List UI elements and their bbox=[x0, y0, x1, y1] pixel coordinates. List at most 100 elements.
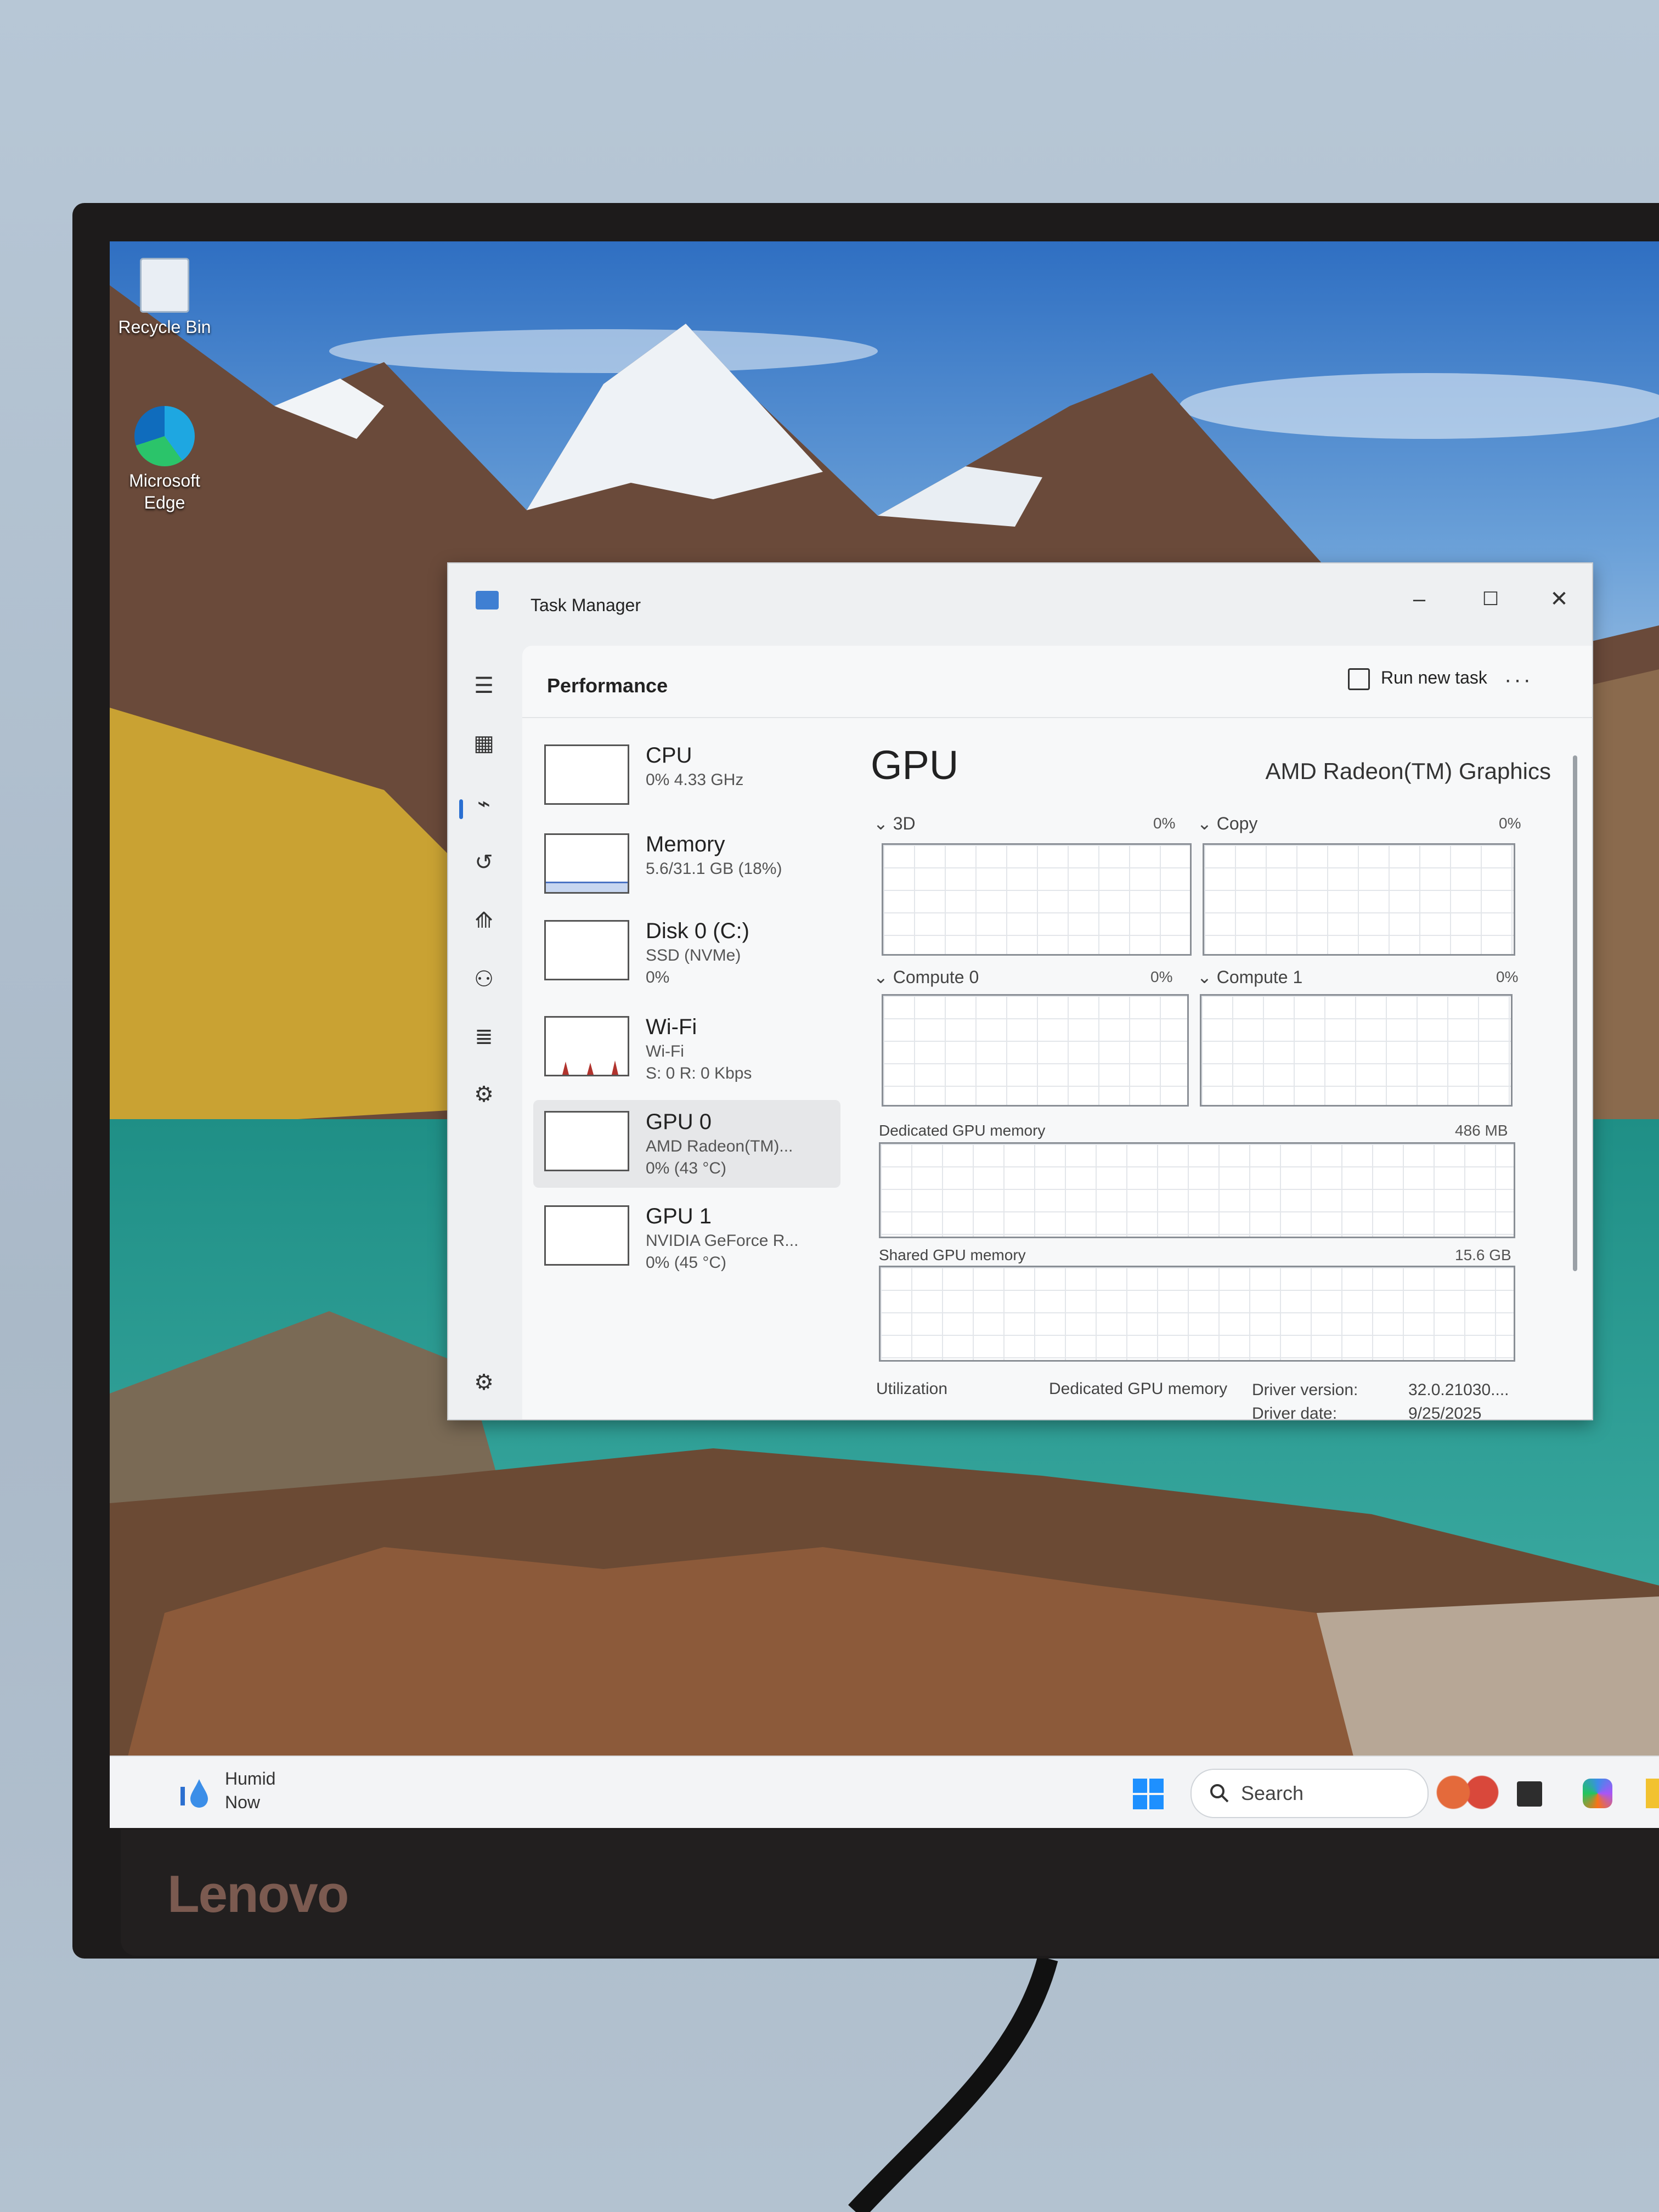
engine-compute1-graph bbox=[1200, 994, 1513, 1107]
hamburger-menu-icon[interactable]: ☰ bbox=[471, 673, 496, 698]
device-line1: SSD (NVMe) bbox=[646, 946, 741, 964]
engine-3d-selector[interactable]: ⌄ 3D bbox=[873, 813, 916, 834]
desktop-icon-microsoft-edge[interactable]: Microsoft Edge bbox=[112, 406, 217, 514]
device-name: CPU bbox=[646, 743, 692, 768]
shared-memory-label: Shared GPU memory bbox=[879, 1246, 1026, 1263]
task-view-icon[interactable] bbox=[1517, 1781, 1542, 1807]
driver-version-value: 32.0.21030.... bbox=[1408, 1381, 1509, 1399]
header-divider bbox=[522, 717, 1592, 718]
device-disk-0[interactable]: Disk 0 (C:) SSD (NVMe) 0% bbox=[533, 909, 840, 997]
dedicated-memory-max: 486 MB bbox=[1455, 1122, 1508, 1139]
scrollbar[interactable] bbox=[1573, 755, 1577, 1271]
desktop: Recycle Bin Microsoft Edge Task Manager … bbox=[110, 241, 1659, 1827]
details-icon[interactable]: ≣ bbox=[471, 1024, 496, 1049]
device-line1: Wi-Fi bbox=[646, 1042, 684, 1060]
detail-heading: GPU bbox=[871, 742, 959, 788]
device-cpu[interactable]: CPU 0% 4.33 GHz bbox=[533, 733, 840, 821]
performance-icon[interactable]: ⌁ bbox=[471, 791, 496, 816]
copilot-icon[interactable] bbox=[1583, 1779, 1612, 1808]
desktop-icon-label: Microsoft Edge bbox=[129, 471, 200, 512]
page-title: Performance bbox=[547, 674, 668, 697]
performance-page: Performance Run new task ··· CPU 0% 4.33… bbox=[522, 646, 1592, 1419]
weather-icon[interactable] bbox=[178, 1776, 211, 1809]
device-gpu-0[interactable]: GPU 0 AMD Radeon(TM)... 0% (43 °C) bbox=[533, 1100, 840, 1188]
device-line2: 0% (43 °C) bbox=[646, 1159, 727, 1177]
processes-icon[interactable]: ▦ bbox=[471, 731, 496, 756]
device-line1: NVIDIA GeForce R... bbox=[646, 1232, 799, 1250]
settings-icon[interactable]: ⚙ bbox=[471, 1370, 496, 1395]
run-new-task-button[interactable]: Run new task bbox=[1348, 668, 1487, 695]
engine-compute0-percent: 0% bbox=[1150, 968, 1173, 985]
gpu-adapter-name: AMD Radeon(TM) Graphics bbox=[1265, 758, 1551, 784]
driver-date-label: Driver date: bbox=[1252, 1404, 1338, 1420]
device-name: GPU 1 bbox=[646, 1204, 712, 1228]
startup-apps-icon[interactable]: ⟰ bbox=[471, 908, 496, 933]
search-label: Search bbox=[1241, 1782, 1304, 1804]
navigation-rail: ☰ ▦ ⌁ ↺ ⟰ ⚇ ≣ ⚙ ⚙ bbox=[448, 646, 520, 1419]
device-gpu-1[interactable]: GPU 1 NVIDIA GeForce R... 0% (45 °C) bbox=[533, 1194, 840, 1282]
monitor-chin bbox=[121, 1830, 1659, 1956]
engine-compute0-graph bbox=[882, 994, 1189, 1107]
engine-compute0-selector[interactable]: ⌄ Compute 0 bbox=[873, 967, 979, 988]
engine-3d-percent: 0% bbox=[1153, 815, 1176, 832]
taskbar: Humid Now Search bbox=[110, 1756, 1659, 1828]
device-line1: 5.6/31.1 GB (18%) bbox=[646, 860, 782, 878]
users-icon[interactable]: ⚇ bbox=[471, 967, 496, 992]
run-task-icon bbox=[1348, 668, 1370, 690]
device-memory[interactable]: Memory 5.6/31.1 GB (18%) bbox=[533, 822, 840, 910]
app-history-icon[interactable]: ↺ bbox=[471, 850, 496, 875]
close-button[interactable]: ✕ bbox=[1537, 580, 1581, 618]
engine-compute1-percent: 0% bbox=[1496, 968, 1519, 985]
services-icon[interactable]: ⚙ bbox=[471, 1082, 496, 1107]
engine-label: 3D bbox=[893, 814, 916, 833]
monitor-logo: Lenovo bbox=[167, 1865, 349, 1923]
device-name: GPU 0 bbox=[646, 1110, 712, 1134]
memory-thumbnail bbox=[544, 833, 629, 894]
desktop-icon-label: Recycle Bin bbox=[118, 317, 211, 337]
device-name: Disk 0 (C:) bbox=[646, 919, 749, 943]
task-manager-window: Task Manager – ☐ ✕ ☰ ▦ ⌁ ↺ ⟰ ⚇ ≣ ⚙ ⚙ Per… bbox=[447, 562, 1593, 1420]
engine-3d-graph bbox=[882, 843, 1192, 956]
engine-compute1-selector[interactable]: ⌄ Compute 1 bbox=[1197, 967, 1302, 988]
search-icon bbox=[1210, 1784, 1229, 1803]
device-wifi[interactable]: Wi-Fi Wi-Fi S: 0 R: 0 Kbps bbox=[533, 1005, 840, 1093]
device-line2: S: 0 R: 0 Kbps bbox=[646, 1064, 752, 1082]
driver-version-label: Driver version: bbox=[1252, 1381, 1358, 1399]
recycle-bin-icon bbox=[140, 258, 189, 313]
device-line1: 0% 4.33 GHz bbox=[646, 771, 744, 789]
device-name: Memory bbox=[646, 832, 725, 856]
engine-copy-selector[interactable]: ⌄ Copy bbox=[1197, 813, 1257, 834]
active-indicator bbox=[459, 799, 463, 819]
file-explorer-icon[interactable] bbox=[1646, 1779, 1659, 1808]
device-line2: 0% (45 °C) bbox=[646, 1254, 727, 1272]
wifi-activity-spikes bbox=[562, 1060, 618, 1075]
shared-memory-graph bbox=[879, 1266, 1515, 1362]
engine-label: Compute 1 bbox=[1216, 967, 1303, 987]
footer-dedicated-label: Dedicated GPU memory bbox=[1049, 1380, 1228, 1398]
people-icon[interactable] bbox=[1432, 1773, 1503, 1812]
driver-date-value: 9/25/2025 bbox=[1408, 1404, 1482, 1420]
more-options-icon[interactable]: ··· bbox=[1504, 668, 1533, 692]
windows-start-icon[interactable] bbox=[1132, 1778, 1165, 1810]
wifi-thumbnail bbox=[544, 1016, 629, 1076]
dedicated-memory-graph bbox=[879, 1142, 1515, 1238]
title-bar[interactable]: Task Manager – ☐ ✕ bbox=[448, 563, 1592, 646]
memory-thumbnail-fill bbox=[546, 882, 628, 892]
gpu1-thumbnail bbox=[544, 1205, 629, 1266]
minimize-button[interactable]: – bbox=[1397, 580, 1441, 618]
maximize-button[interactable]: ☐ bbox=[1469, 580, 1513, 618]
desktop-icon-recycle-bin[interactable]: Recycle Bin bbox=[112, 258, 217, 338]
device-line2: 0% bbox=[646, 968, 670, 986]
engine-label: Copy bbox=[1216, 814, 1258, 833]
cpu-thumbnail bbox=[544, 744, 629, 805]
weather-time: Now bbox=[225, 1792, 261, 1812]
window-title: Task Manager bbox=[531, 595, 641, 615]
disk-thumbnail bbox=[544, 920, 629, 980]
engine-copy-percent: 0% bbox=[1499, 815, 1521, 832]
weather-condition: Humid bbox=[225, 1769, 276, 1788]
shared-memory-max: 15.6 GB bbox=[1455, 1246, 1511, 1263]
utilization-label: Utilization bbox=[876, 1380, 948, 1398]
run-new-task-label: Run new task bbox=[1381, 668, 1487, 687]
task-manager-app-icon bbox=[476, 591, 499, 610]
taskbar-search-box[interactable]: Search bbox=[1190, 1769, 1429, 1818]
